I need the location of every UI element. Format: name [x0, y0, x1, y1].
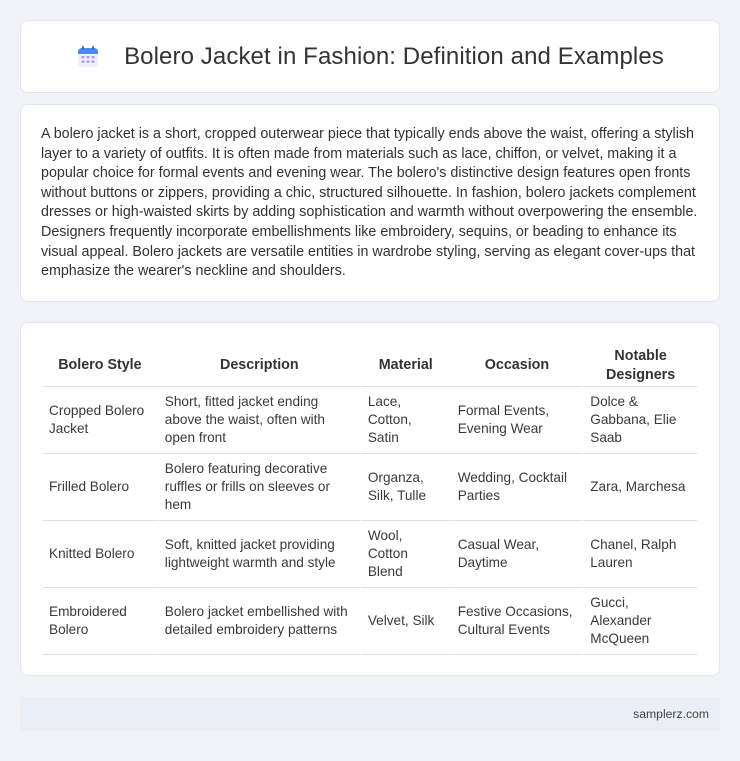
table-card: Bolero Style Description Material Occasi… [20, 322, 720, 676]
title-card: Bolero Jacket in Fashion: Definition and… [20, 20, 720, 93]
cell-designers: Zara, Marchesa [582, 454, 697, 521]
cell-material: Lace, Cotton, Satin [359, 387, 450, 454]
cell-occasion: Casual Wear, Daytime [449, 521, 583, 588]
calendar-icon [78, 45, 99, 67]
intro-paragraph: A bolero jacket is a short, cropped oute… [41, 126, 698, 280]
cell-style: Embroidered Bolero [43, 588, 157, 655]
column-header-occasion: Occasion [449, 345, 583, 387]
column-header-description: Description [156, 345, 360, 387]
cell-material: Wool, Cotton Blend [359, 521, 450, 588]
table-row: Knitted Bolero Soft, knitted jacket prov… [43, 521, 697, 588]
table-row: Embroidered Bolero Bolero jacket embelli… [43, 588, 697, 655]
cell-material: Organza, Silk, Tulle [359, 454, 450, 521]
cell-style: Frilled Bolero [43, 454, 157, 521]
title-wrap: Bolero Jacket in Fashion: Definition and… [76, 43, 664, 71]
table-row: Frilled Bolero Bolero featuring decorati… [43, 454, 697, 521]
cell-description: Bolero jacket embellished with detailed … [156, 588, 360, 655]
cell-designers: Gucci, Alexander McQueen [582, 588, 697, 655]
cell-description: Soft, knitted jacket providing lightweig… [156, 521, 360, 588]
cell-occasion: Formal Events, Evening Wear [449, 387, 583, 454]
cell-designers: Chanel, Ralph Lauren [582, 521, 697, 588]
cell-description: Bolero featuring decorative ruffles or f… [156, 454, 360, 521]
bolero-styles-table: Bolero Style Description Material Occasi… [43, 345, 697, 655]
column-header-designers: Notable Designers [582, 345, 697, 387]
table-row: Cropped Bolero Jacket Short, fitted jack… [43, 387, 697, 454]
cell-style: Knitted Bolero [43, 521, 157, 588]
column-header-material: Material [359, 345, 450, 387]
table-header-row: Bolero Style Description Material Occasi… [43, 345, 697, 387]
cell-occasion: Wedding, Cocktail Parties [449, 454, 583, 521]
intro-card: A bolero jacket is a short, cropped oute… [20, 104, 720, 302]
page-title: Bolero Jacket in Fashion: Definition and… [124, 42, 664, 70]
footer-bar: samplerz.com [20, 697, 720, 731]
cell-style: Cropped Bolero Jacket [43, 387, 157, 454]
cell-designers: Dolce & Gabbana, Elie Saab [582, 387, 697, 454]
column-header-style: Bolero Style [43, 345, 157, 387]
cell-occasion: Festive Occasions, Cultural Events [449, 588, 583, 655]
cell-material: Velvet, Silk [359, 588, 450, 655]
footer-site-link[interactable]: samplerz.com [633, 707, 709, 721]
cell-description: Short, fitted jacket ending above the wa… [156, 387, 360, 454]
